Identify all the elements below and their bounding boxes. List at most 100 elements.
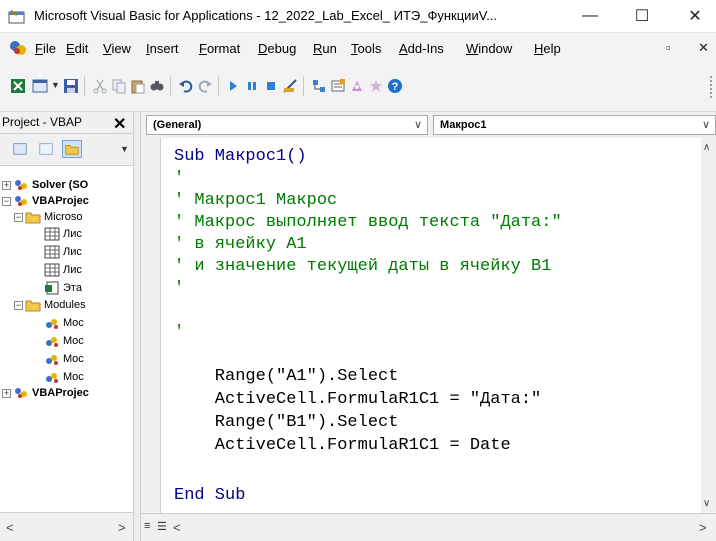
- scroll-right-icon[interactable]: >: [118, 520, 126, 535]
- code-line[interactable]: ActiveCell.FormulaR1C1 = Date: [174, 435, 511, 457]
- tree-node-excel-objects[interactable]: − Microso: [14, 208, 83, 226]
- tree-node-vbaproject[interactable]: + VBAProjec: [2, 384, 89, 402]
- code-line[interactable]: ' в ячейку A1: [174, 234, 307, 256]
- scroll-left-icon[interactable]: <: [6, 520, 14, 535]
- close-button[interactable]: ✕: [680, 4, 710, 28]
- insert-userform-icon[interactable]: [32, 78, 48, 94]
- mdi-restore-button[interactable]: ▫: [666, 40, 671, 55]
- menu-debug[interactable]: Debug: [258, 41, 296, 56]
- code-line[interactable]: ' Макрос1 Макрос: [174, 190, 337, 212]
- toolbar-grip[interactable]: [710, 76, 714, 98]
- menu-help[interactable]: Help: [534, 41, 561, 56]
- code-vertical-scrollbar[interactable]: ∧ ∨: [701, 138, 716, 513]
- scroll-left-icon[interactable]: <: [173, 520, 181, 535]
- module-icon: [46, 337, 58, 347]
- chevron-down-icon[interactable]: ▼: [51, 80, 60, 90]
- sheet-icon: [44, 263, 60, 277]
- code-line[interactable]: ActiveCell.FormulaR1C1 = "Дата:": [174, 389, 541, 411]
- properties-icon[interactable]: [330, 78, 346, 94]
- project-explorer-icon[interactable]: [311, 78, 327, 94]
- pane-splitter[interactable]: [133, 112, 141, 541]
- project-horizontal-scrollbar[interactable]: < >: [0, 512, 133, 541]
- tree-node-module[interactable]: Moc: [44, 332, 84, 350]
- code-line[interactable]: ': [174, 168, 184, 190]
- code-line[interactable]: ': [174, 278, 184, 300]
- scroll-right-icon[interactable]: >: [699, 520, 707, 535]
- copy-icon[interactable]: [111, 78, 127, 94]
- expand-icon[interactable]: +: [2, 180, 11, 190]
- code-line[interactable]: Sub Макрос1(): [174, 146, 307, 168]
- collapse-icon[interactable]: −: [2, 196, 11, 206]
- project-explorer-close-button[interactable]: ✕: [113, 114, 126, 134]
- save-icon[interactable]: [63, 78, 79, 94]
- window-title: Microsoft Visual Basic for Applications …: [34, 8, 498, 23]
- menu-window[interactable]: Window: [466, 41, 512, 56]
- find-icon[interactable]: [149, 78, 165, 94]
- expand-icon[interactable]: +: [2, 388, 11, 398]
- procedure-view-icon[interactable]: ≡: [144, 520, 156, 534]
- menu-run[interactable]: Run: [313, 41, 337, 56]
- help-icon[interactable]: ?: [387, 78, 403, 94]
- scroll-down-icon[interactable]: ∨: [703, 498, 710, 509]
- code-line[interactable]: ': [174, 322, 184, 344]
- tree-node-modules[interactable]: − Modules: [14, 296, 86, 314]
- tree-node-label: Эта: [63, 282, 82, 294]
- vbaproject-icon: [15, 196, 27, 206]
- undo-icon[interactable]: [178, 78, 194, 94]
- cut-icon[interactable]: [92, 78, 108, 94]
- toolbar-separator: [170, 76, 171, 96]
- excel-app-icon[interactable]: [8, 39, 28, 57]
- chevron-down-icon[interactable]: ∨: [702, 118, 710, 131]
- tree-node-sheet[interactable]: Лис: [44, 261, 82, 279]
- tree-node-label: Modules: [44, 299, 86, 311]
- chevron-down-icon[interactable]: ∨: [414, 118, 422, 131]
- design-mode-icon[interactable]: [282, 78, 298, 94]
- object-browser-icon[interactable]: [349, 78, 365, 94]
- scroll-up-icon[interactable]: ∧: [703, 142, 710, 153]
- code-line[interactable]: End Sub: [174, 485, 245, 507]
- tree-node-module[interactable]: Moc: [44, 314, 84, 332]
- tree-node-sheet[interactable]: Лис: [44, 225, 82, 243]
- collapse-icon[interactable]: −: [14, 300, 23, 310]
- menu-insert[interactable]: Insert: [146, 41, 179, 56]
- code-line[interactable]: Range("B1").Select: [174, 412, 399, 434]
- full-module-view-icon[interactable]: ☰: [157, 520, 169, 534]
- menu-edit[interactable]: Edit: [66, 41, 88, 56]
- view-code-icon[interactable]: [10, 140, 30, 158]
- collapse-icon[interactable]: −: [14, 212, 23, 222]
- menu-tools[interactable]: Tools: [351, 41, 381, 56]
- procedure-combo[interactable]: Макрос1 ∨: [433, 115, 716, 135]
- menu-format[interactable]: Format: [199, 41, 240, 56]
- run-icon[interactable]: [225, 78, 241, 94]
- toolbar-separator: [303, 76, 304, 96]
- paste-icon[interactable]: [130, 78, 146, 94]
- mdi-close-button[interactable]: ✕: [698, 40, 709, 56]
- minimize-button[interactable]: —: [575, 4, 605, 28]
- tree-node-label: Moc: [63, 317, 84, 329]
- toggle-folders-icon[interactable]: [62, 140, 82, 158]
- toolbox-icon[interactable]: [368, 78, 384, 94]
- code-line[interactable]: ' Макрос выполняет ввод текста "Дата:": [174, 212, 562, 234]
- code-line[interactable]: ' и значение текущей даты в ячейку B1: [174, 256, 551, 278]
- menu-file[interactable]: File: [35, 41, 56, 56]
- tree-node-module[interactable]: Moc: [44, 350, 84, 368]
- maximize-button[interactable]: ☐: [627, 4, 657, 28]
- chevron-down-icon[interactable]: ▼: [120, 144, 129, 154]
- reset-icon[interactable]: [263, 78, 279, 94]
- menu-add-ins[interactable]: Add-Ins: [399, 41, 444, 56]
- menu-view[interactable]: View: [103, 41, 131, 56]
- code-margin-indicator-bar[interactable]: [141, 138, 161, 513]
- excel-view-icon[interactable]: [10, 78, 26, 94]
- project-tree: + Solver (SO − VBAProjec − Microso Лис Л…: [0, 166, 133, 512]
- object-combo[interactable]: (General) ∨: [146, 115, 428, 135]
- view-object-icon[interactable]: [36, 140, 56, 158]
- code-window-header: (General) ∨ Макрос1 ∨: [141, 112, 716, 138]
- tree-node-sheet[interactable]: Лис: [44, 243, 82, 261]
- break-icon[interactable]: [244, 78, 260, 94]
- redo-icon[interactable]: [197, 78, 213, 94]
- code-line[interactable]: Range("A1").Select: [174, 366, 399, 388]
- vba-app-icon: [8, 9, 25, 24]
- folder-icon: [25, 300, 41, 312]
- code-editor[interactable]: Sub Макрос1() ' ' Макрос1 Макрос ' Макро…: [161, 138, 701, 513]
- tree-node-workbook[interactable]: Эта: [44, 279, 82, 297]
